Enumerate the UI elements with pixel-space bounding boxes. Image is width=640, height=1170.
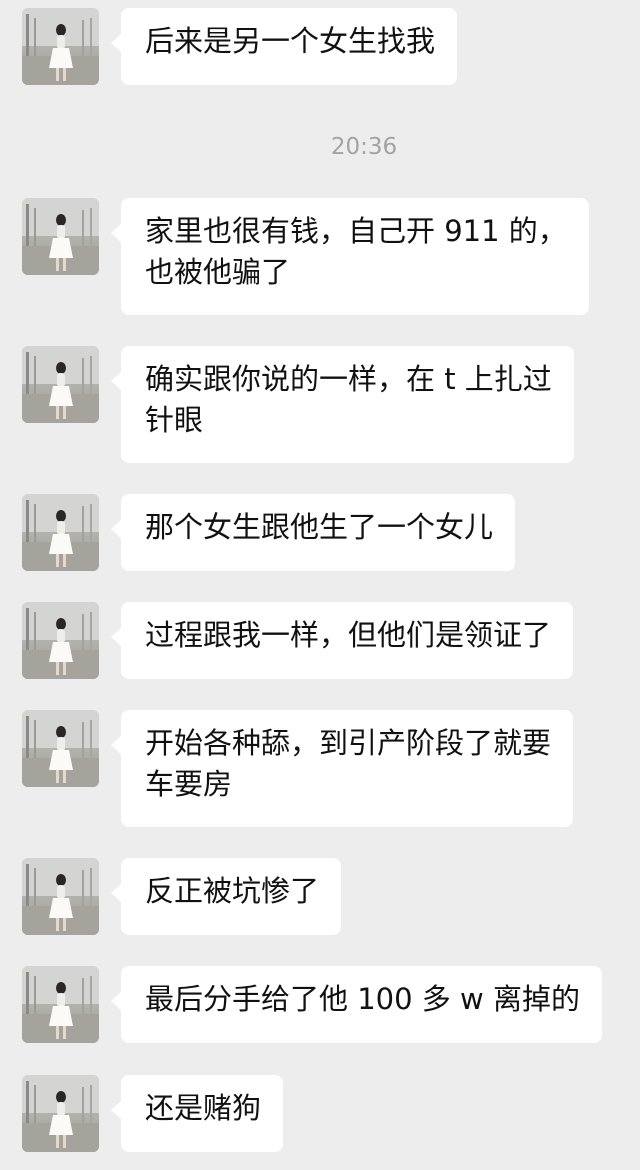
message-text: 过程跟我一样，但他们是领证了: [145, 618, 552, 652]
message-bubble[interactable]: 反正被坑惨了: [110, 858, 342, 935]
message-text: 家里也很有钱，自己开 911 的，: [145, 214, 567, 248]
message-text: 也被他骗了: [145, 255, 291, 289]
contact-avatar[interactable]: [22, 198, 99, 275]
contact-avatar[interactable]: [22, 494, 99, 571]
message-bubble[interactable]: 过程跟我一样，但他们是领证了: [110, 602, 574, 679]
message-row: 最后分手给了他 100 多 w 离掉的: [0, 966, 640, 1044]
contact-avatar[interactable]: [22, 8, 99, 85]
message-row: 开始各种舔，到引产阶段了就要 车要房: [0, 710, 640, 828]
message-text: 还是赌狗: [145, 1091, 262, 1125]
message-row: 家里也很有钱，自己开 911 的， 也被他骗了: [0, 198, 640, 316]
message-text: 最后分手给了他 100 多 w 离掉的: [145, 982, 580, 1016]
chat-thread: 后来是另一个女生找我 20:36 家里也很有钱，自己开 911 的， 也被他骗了…: [0, 0, 640, 1170]
message-row: 后来是另一个女生找我: [0, 8, 640, 86]
message-bubble[interactable]: 最后分手给了他 100 多 w 离掉的: [111, 966, 602, 1043]
message-text: 后来是另一个女生找我: [145, 24, 436, 58]
message-timestamp: 20:36: [330, 134, 398, 160]
message-text: 那个女生跟他生了一个女儿: [145, 510, 494, 544]
message-bubble[interactable]: 家里也很有钱，自己开 911 的， 也被他骗了: [111, 198, 589, 315]
message-row: 确实跟你说的一样，在 t 上扎过 针眼: [0, 346, 640, 464]
message-bubble[interactable]: 还是赌狗: [110, 1075, 284, 1152]
message-row: 还是赌狗: [0, 1075, 640, 1153]
contact-avatar[interactable]: [22, 1075, 99, 1152]
contact-avatar[interactable]: [22, 966, 99, 1043]
contact-avatar[interactable]: [22, 858, 99, 935]
message-row: 那个女生跟他生了一个女儿: [0, 494, 640, 572]
contact-avatar[interactable]: [22, 602, 99, 679]
message-bubble[interactable]: 确实跟你说的一样，在 t 上扎过 针眼: [111, 346, 574, 463]
message-row: 过程跟我一样，但他们是领证了: [0, 602, 640, 680]
message-bubble[interactable]: 那个女生跟他生了一个女儿: [110, 494, 516, 571]
message-text: 车要房: [145, 767, 233, 801]
contact-avatar[interactable]: [22, 346, 99, 423]
message-text: 确实跟你说的一样，在 t 上扎过: [145, 362, 552, 396]
message-bubble[interactable]: 后来是另一个女生找我: [110, 8, 458, 85]
message-text: 反正被坑惨了: [145, 874, 320, 908]
message-text: 开始各种舔，到引产阶段了就要: [145, 726, 552, 760]
message-row: 反正被坑惨了: [0, 858, 640, 936]
message-text: 针眼: [145, 403, 204, 437]
message-bubble[interactable]: 开始各种舔，到引产阶段了就要 车要房: [110, 710, 574, 827]
contact-avatar[interactable]: [22, 710, 99, 787]
